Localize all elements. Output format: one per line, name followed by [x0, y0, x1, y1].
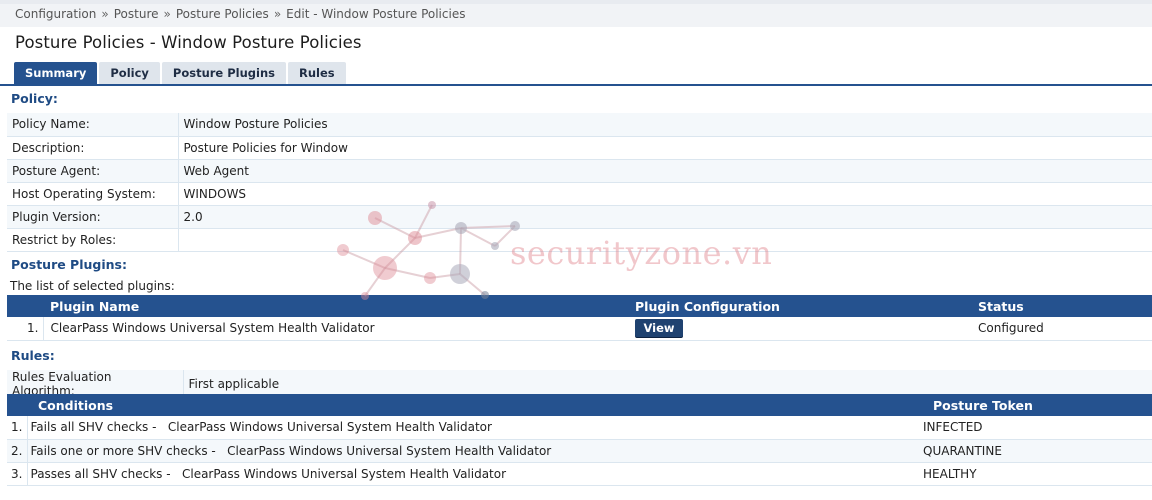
plugins-header-num: [7, 295, 43, 317]
rules-header-num: [7, 394, 27, 416]
policy-value: Window Posture Policies: [178, 113, 1152, 137]
policy-heading: Policy:: [11, 91, 58, 106]
breadcrumb-current: Edit - Window Posture Policies: [286, 7, 466, 21]
plugin-name: ClearPass Windows Universal System Healt…: [43, 317, 635, 341]
rules-header-token: Posture Token: [923, 394, 1152, 416]
policy-value: Posture Policies for Window: [178, 136, 1152, 160]
policy-key: Restrict by Roles:: [7, 228, 179, 252]
rule-row: 3. Passes all SHV checks - ClearPass Win…: [7, 462, 1152, 486]
breadcrumb: Configuration » Posture » Posture Policies » E…: [0, 0, 1152, 27]
tab-policy[interactable]: Policy: [99, 62, 160, 85]
rules-table: Conditions Posture Token 1. Fails all SH…: [7, 394, 1152, 486]
rule-row: 1. Fails all SHV checks - ClearPass Wind…: [7, 416, 1152, 440]
policy-value: 2.0: [178, 205, 1152, 229]
rules-header-row: Conditions Posture Token: [7, 394, 1152, 416]
policy-key: Policy Name:: [7, 113, 179, 137]
breadcrumb-posture-policies[interactable]: Posture Policies: [176, 7, 269, 21]
policy-row: Posture Agent: Web Agent: [7, 159, 1152, 183]
page-title: Posture Policies - Window Posture Polici…: [15, 33, 362, 52]
breadcrumb-configuration[interactable]: Configuration: [15, 7, 96, 21]
plugins-header-status: Status: [978, 295, 1152, 317]
policy-row: Policy Name: Window Posture Policies: [7, 113, 1152, 137]
policy-value: WINDOWS: [178, 182, 1152, 206]
rule-row-num: 2.: [7, 439, 28, 463]
plugins-table: Plugin Name Plugin Configuration Status …: [7, 295, 1152, 341]
plugins-intro: The list of selected plugins:: [10, 279, 175, 293]
plugins-heading: Posture Plugins:: [11, 257, 127, 272]
rule-token: HEALTHY: [923, 462, 1152, 486]
policy-key: Host Operating System:: [7, 182, 179, 206]
policy-row: Description: Posture Policies for Window: [7, 136, 1152, 160]
breadcrumb-separator: »: [101, 7, 109, 21]
plugin-row-num: 1.: [7, 317, 44, 341]
policy-key: Plugin Version:: [7, 205, 179, 229]
plugin-config-cell: View: [635, 317, 978, 341]
policy-key: Description:: [7, 136, 179, 160]
view-button[interactable]: View: [635, 319, 683, 338]
breadcrumb-separator: »: [163, 7, 171, 21]
policy-row: Host Operating System: WINDOWS: [7, 182, 1152, 206]
tab-posture-plugins[interactable]: Posture Plugins: [161, 62, 287, 85]
plugin-status: Configured: [978, 317, 1152, 341]
policy-row: Plugin Version: 2.0: [7, 205, 1152, 229]
plugins-header-config: Plugin Configuration: [635, 295, 978, 317]
rule-condition: Passes all SHV checks - ClearPass Window…: [27, 462, 923, 486]
rule-condition: Fails all SHV checks - ClearPass Windows…: [27, 416, 923, 440]
rule-row: 2. Fails one or more SHV checks - ClearP…: [7, 439, 1152, 463]
plugins-header-row: Plugin Name Plugin Configuration Status: [7, 295, 1152, 317]
plugin-row: 1. ClearPass Windows Universal System He…: [7, 317, 1152, 341]
rule-condition: Fails one or more SHV checks - ClearPass…: [27, 439, 923, 463]
rules-header-conditions: Conditions: [27, 394, 923, 416]
policy-value: Web Agent: [178, 159, 1152, 183]
breadcrumb-posture[interactable]: Posture: [114, 7, 159, 21]
tab-rules[interactable]: Rules: [288, 62, 346, 85]
tab-summary[interactable]: Summary: [14, 62, 98, 85]
tab-underline: [0, 84, 1152, 86]
plugins-header-name: Plugin Name: [43, 295, 635, 317]
rule-row-num: 1.: [7, 416, 28, 440]
rule-row-num: 3.: [7, 462, 28, 486]
policy-key: Posture Agent:: [7, 159, 179, 183]
watermark-text: securityzone.vn: [510, 234, 773, 272]
rule-token: INFECTED: [923, 416, 1152, 440]
rules-heading: Rules:: [11, 348, 55, 363]
tab-bar: Summary Policy Posture Plugins Rules: [14, 62, 348, 85]
breadcrumb-separator: »: [273, 7, 282, 21]
rule-token: QUARANTINE: [923, 439, 1152, 463]
policy-table: Policy Name: Window Posture Policies Desc…: [7, 113, 1152, 252]
